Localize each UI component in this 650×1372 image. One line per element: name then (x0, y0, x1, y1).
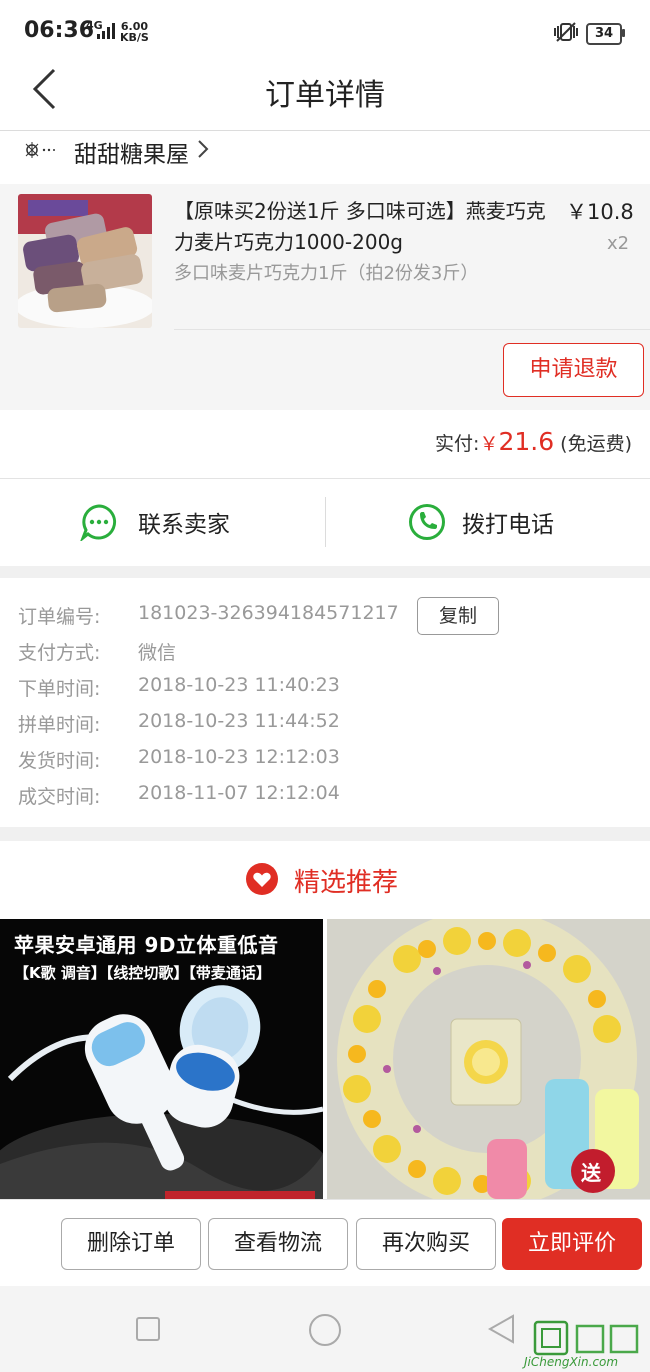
order-number-value: 181023-326394184571217 (138, 602, 399, 624)
shop-logo-icon (25, 142, 55, 158)
contact-seller-button[interactable]: 联系卖家 (80, 503, 230, 541)
buy-again-button[interactable]: 再次购买 (356, 1218, 496, 1270)
product-divider (174, 329, 650, 330)
copy-button[interactable]: 复制 (417, 597, 499, 635)
ship-time-value: 2018-10-23 12:12:03 (138, 746, 340, 768)
order-number-label: 订单编号: (18, 606, 101, 628)
contact-seller-label: 联系卖家 (138, 512, 230, 538)
fruit-tea-image (327, 919, 650, 1199)
product-spec: 多口味麦片巧克力1斤（拍2份发3斤） (174, 263, 479, 284)
heart-icon (246, 863, 278, 895)
chevron-right-icon (198, 140, 209, 158)
call-phone-label: 拨打电话 (462, 512, 554, 538)
page-title: 订单详情 (265, 78, 385, 113)
deal-time-label: 成交时间: (18, 786, 101, 808)
group-time-value: 2018-10-23 11:44:52 (138, 710, 340, 732)
paid-amount: 21.6 (498, 427, 555, 456)
phone-icon (409, 504, 445, 540)
back-nav-icon[interactable] (487, 1313, 517, 1345)
shop-name: 甜甜糖果屋 (74, 142, 189, 168)
watermark-logo (533, 1320, 639, 1356)
earphones-headline: 苹果安卓通用 9D立体重低音 (14, 933, 279, 957)
back-icon[interactable] (30, 68, 60, 110)
battery-indicator: 34 (586, 23, 622, 45)
ship-time-label: 发货时间: (18, 750, 101, 772)
paid-currency: ￥ (479, 433, 499, 455)
section-divider (0, 478, 650, 479)
view-logistics-button[interactable]: 查看物流 (208, 1218, 348, 1270)
recommend-card-fruit-tea[interactable]: 送 (327, 919, 650, 1199)
refund-button[interactable]: 申请退款 (503, 343, 644, 397)
recommend-title: 精选推荐 (294, 868, 399, 898)
order-time-value: 2018-10-23 11:40:23 (138, 674, 340, 696)
review-now-button[interactable]: 立即评价 (502, 1218, 642, 1270)
delete-order-button[interactable]: 删除订单 (61, 1218, 201, 1270)
section-gap (0, 827, 650, 841)
chat-bubble-icon (80, 504, 117, 541)
gift-badge: 送 (581, 1161, 601, 1185)
recents-icon[interactable] (135, 1316, 161, 1342)
battery-cap (622, 29, 625, 37)
contact-divider (325, 497, 326, 547)
shop-row[interactable]: 甜甜糖果屋 (0, 131, 650, 183)
home-icon[interactable] (308, 1313, 342, 1347)
vibrate-mute-icon (554, 22, 578, 42)
order-time-label: 下单时间: (18, 678, 101, 700)
payment-method-value: 微信 (138, 642, 177, 664)
product-title[interactable]: 【原味买2份送1斤 多口味可选】燕麦巧克力麦片巧克力1000-200g (174, 196, 554, 258)
signal-icon (97, 23, 115, 39)
earphones-tags: 【K歌 调音】【线控切歌】【带麦通话】 (14, 964, 271, 982)
recommend-card-earphones[interactable] (0, 919, 323, 1199)
product-quantity: x2 (607, 233, 630, 254)
order-detail-screen: { "status_bar": { "time": "06:36", "netw… (0, 0, 650, 1372)
shipping-note: (免运费) (560, 433, 632, 455)
product-price: ￥10.8 (566, 200, 634, 224)
paid-label: 实付: (435, 433, 480, 455)
call-phone-button[interactable]: 拨打电话 (408, 503, 554, 541)
earphones-image (0, 919, 323, 1199)
section-gap (0, 566, 650, 578)
payment-method-label: 支付方式: (18, 642, 101, 664)
product-image[interactable] (18, 194, 152, 328)
network-speed: 6.00 KB/S (120, 20, 149, 44)
payment-summary: 实付:￥21.6 (免运费) (435, 427, 632, 456)
deal-time-value: 2018-11-07 12:12:04 (138, 782, 340, 804)
watermark-text: JiChengXin.com (524, 1355, 619, 1369)
group-time-label: 拼单时间: (18, 714, 101, 736)
status-time: 06:36 (24, 18, 95, 43)
